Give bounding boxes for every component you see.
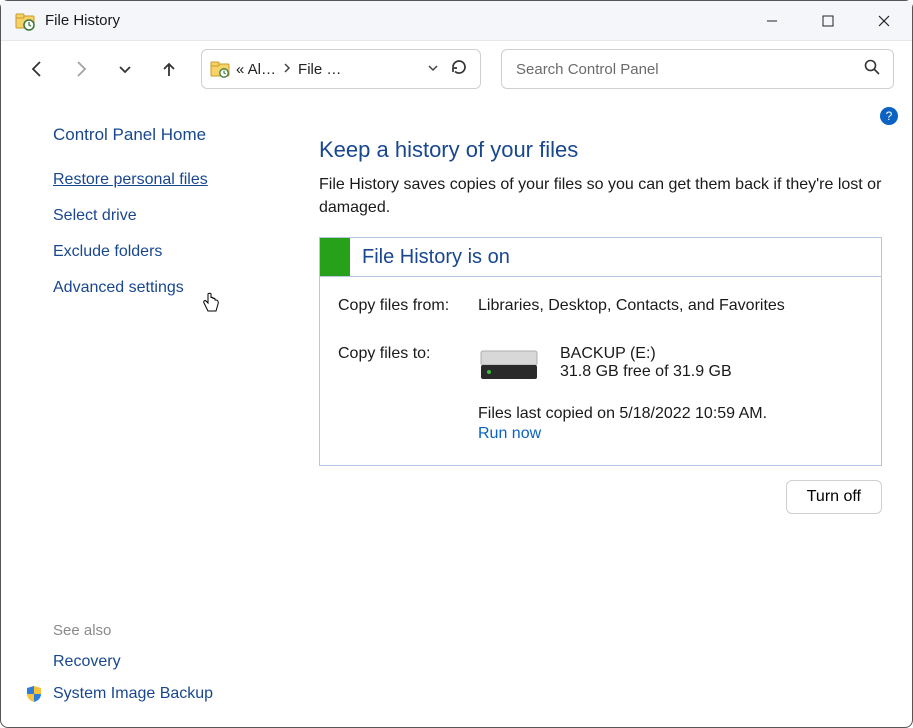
sidebar-footer-recovery[interactable]: Recovery	[53, 653, 287, 671]
shield-icon	[25, 685, 43, 703]
breadcrumb-seg-1[interactable]: « Al…	[236, 61, 276, 78]
search-icon[interactable]	[863, 58, 881, 80]
nav-row: « Al… File …	[1, 41, 912, 97]
status-color-swatch	[320, 238, 350, 276]
address-bar[interactable]: « Al… File …	[201, 49, 481, 89]
page-title: Keep a history of your files	[319, 137, 882, 163]
breadcrumb-seg-2[interactable]: File …	[298, 61, 341, 78]
back-button[interactable]	[19, 51, 55, 87]
drive-icon	[478, 347, 540, 383]
drive-name: BACKUP (E:)	[560, 345, 732, 363]
copy-to-label: Copy files to:	[338, 345, 478, 443]
see-also-heading: See also	[53, 622, 287, 639]
sidebar: Control Panel Home Restore personal file…	[17, 115, 297, 727]
close-button[interactable]	[856, 1, 912, 41]
copy-from-value: Libraries, Desktop, Contacts, and Favori…	[478, 297, 863, 315]
forward-button[interactable]	[63, 51, 99, 87]
window-title: File History	[45, 12, 120, 29]
refresh-button[interactable]	[446, 58, 472, 80]
control-panel-home-link[interactable]: Control Panel Home	[53, 125, 287, 145]
page-description: File History saves copies of your files …	[319, 173, 882, 219]
chevron-right-icon[interactable]	[282, 62, 292, 77]
titlebar: File History	[1, 1, 912, 41]
chevron-down-icon[interactable]	[426, 62, 440, 77]
maximize-button[interactable]	[800, 1, 856, 41]
sidebar-link-select-drive[interactable]: Select drive	[53, 207, 287, 225]
status-header: File History is on	[320, 238, 881, 277]
minimize-button[interactable]	[744, 1, 800, 41]
sidebar-footer-system-image-backup[interactable]: System Image Backup	[25, 685, 287, 703]
recent-dropdown[interactable]	[107, 51, 143, 87]
folder-icon	[210, 60, 230, 78]
sidebar-footer-label: System Image Backup	[53, 685, 213, 703]
main-panel: Keep a history of your files File Histor…	[297, 115, 896, 727]
search-input[interactable]	[514, 60, 863, 79]
status-title: File History is on	[350, 246, 510, 269]
sidebar-footer-label: Recovery	[53, 653, 121, 671]
run-now-link[interactable]: Run now	[478, 425, 541, 443]
sidebar-link-advanced-settings[interactable]: Advanced settings	[53, 279, 287, 297]
file-history-icon	[15, 11, 35, 31]
help-icon[interactable]: ?	[880, 107, 898, 125]
last-copied-text: Files last copied on 5/18/2022 10:59 AM.	[478, 405, 863, 423]
sidebar-link-restore-personal-files[interactable]: Restore personal files	[53, 171, 287, 189]
turn-off-button[interactable]: Turn off	[786, 480, 882, 514]
drive-space: 31.8 GB free of 31.9 GB	[560, 363, 732, 381]
sidebar-link-exclude-folders[interactable]: Exclude folders	[53, 243, 287, 261]
copy-from-label: Copy files from:	[338, 297, 478, 315]
up-button[interactable]	[151, 51, 187, 87]
search-box[interactable]	[501, 49, 894, 89]
status-box: File History is on Copy files from: Libr…	[319, 237, 882, 466]
